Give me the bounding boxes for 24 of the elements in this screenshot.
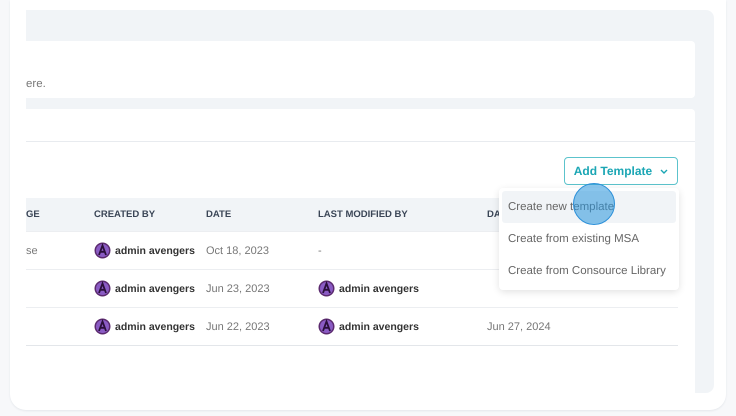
column-header: DATE (206, 209, 232, 220)
column-header: CREATED BY (94, 209, 156, 220)
user-name: admin avengers (115, 282, 195, 294)
column-header: GE (26, 209, 40, 220)
table-cell: Jun 27, 2024 (487, 320, 551, 332)
table-cell: Jun 22, 2023 (206, 320, 270, 332)
user-name: admin avengers (339, 320, 419, 332)
avatar-icon (94, 280, 111, 297)
table-cell: - (318, 244, 322, 256)
avatar-icon (318, 318, 335, 335)
menu-item[interactable]: Create from existing MSA (502, 223, 676, 255)
table-cell: se (26, 244, 38, 256)
user-name: admin avengers (115, 244, 195, 256)
user-name: admin avengers (115, 320, 195, 332)
menu-item[interactable]: Create from Consource Library (502, 255, 676, 287)
avatar-icon (318, 280, 335, 297)
user-name: admin avengers (339, 282, 419, 294)
add-template-button[interactable]: Add Template (564, 157, 678, 185)
table-cell: Oct 18, 2023 (206, 244, 269, 256)
column-header: LAST MODIFIED BY (318, 209, 408, 220)
avatar-icon (94, 318, 111, 335)
table-cell: Jun 23, 2023 (206, 282, 270, 294)
avatar-icon (94, 242, 111, 259)
description-text: ere. (26, 78, 46, 90)
